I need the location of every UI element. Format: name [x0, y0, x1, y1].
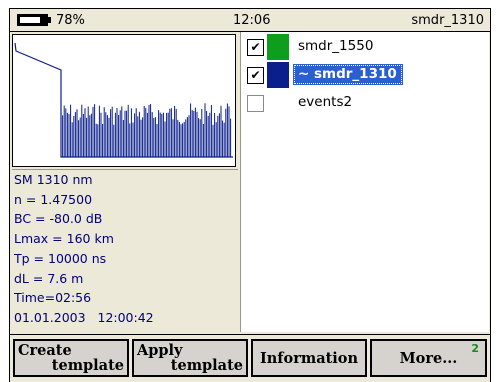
- trace-row-smdr-1310[interactable]: ✔ ~ smdr_1310: [244, 62, 489, 89]
- trace-checkbox[interactable]: ✔: [247, 39, 264, 56]
- trace-checkbox[interactable]: [247, 95, 264, 112]
- create-template-button[interactable]: Create template: [13, 339, 129, 377]
- trace-checkbox[interactable]: ✔: [247, 67, 264, 84]
- button-label: More...: [399, 350, 458, 367]
- trace-name[interactable]: smdr_1550: [298, 38, 373, 54]
- softkey-bar: Create template Apply template Informati…: [10, 334, 490, 382]
- clock: 12:06: [233, 13, 271, 28]
- button-label-line1: Apply: [137, 342, 183, 359]
- information-button[interactable]: Information: [251, 339, 367, 377]
- trace-noise: [60, 103, 232, 157]
- param-resolution: dL = 7.6 m: [14, 270, 84, 286]
- battery-icon: [17, 14, 48, 26]
- more-button[interactable]: More... 2: [370, 339, 487, 377]
- button-label-line2: template: [170, 357, 243, 374]
- active-trace-name: smdr_1310: [411, 13, 484, 28]
- param-date-time: 01.01.2003 12:00:42: [14, 309, 154, 325]
- trace-name[interactable]: ~ smdr_1310: [293, 64, 403, 85]
- status-bar: 78% 12:06 smdr_1310: [10, 9, 490, 32]
- trace-color-swatch: [267, 34, 289, 60]
- trace-name[interactable]: events2: [298, 94, 352, 110]
- param-wavelength: SM 1310 nm: [14, 172, 93, 187]
- trace-color-swatch: [267, 62, 289, 88]
- trace-parameters: SM 1310 nm n = 1.47500 BC = -80.0 dB Lma…: [12, 169, 238, 332]
- trace-list: ✔ smdr_1550 ✔ ~ smdr_1310 events2: [244, 32, 489, 332]
- button-label-line2: template: [51, 357, 124, 374]
- trace-graph[interactable]: [12, 34, 236, 167]
- trace-row-smdr-1550[interactable]: ✔ smdr_1550: [244, 34, 489, 61]
- battery-level-fill: [20, 17, 40, 23]
- trace-row-events2[interactable]: events2: [244, 90, 489, 117]
- button-label-line1: Create: [18, 342, 72, 359]
- param-pulse-width: Tp = 10000 ns: [14, 250, 107, 266]
- button-label: Information: [259, 350, 359, 367]
- param-refractive-index: n = 1.47500: [14, 191, 93, 207]
- param-length-max: Lmax = 160 km: [14, 231, 114, 247]
- battery-tip: [48, 17, 51, 23]
- battery-percent: 78%: [56, 13, 85, 28]
- apply-template-button[interactable]: Apply template: [132, 339, 248, 377]
- param-acquisition-time: Time=02:56: [14, 290, 92, 306]
- page-badge: 2: [471, 342, 479, 355]
- device-screen: 78% 12:06 smdr_1310 SM 1310 nm n = 1.475…: [9, 8, 491, 382]
- trace-plot: [14, 42, 233, 158]
- param-backscatter: BC = -80.0 dB: [14, 211, 103, 227]
